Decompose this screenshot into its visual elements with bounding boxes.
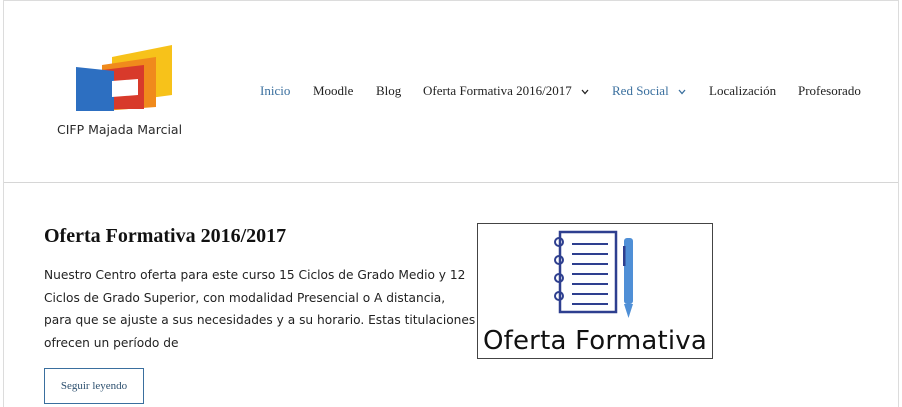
- nav-item-red-social-label: Red Social: [612, 83, 669, 98]
- post-summary: Oferta Formativa 2016/2017 Nuestro Centr…: [4, 183, 898, 407]
- thumbnail-caption: Oferta Formativa: [482, 326, 708, 356]
- nav-item-oferta-formativa[interactable]: Oferta Formativa 2016/2017: [423, 83, 589, 99]
- nav-item-blog[interactable]: Blog: [376, 83, 401, 99]
- nav-item-profesorado[interactable]: Profesorado: [798, 83, 861, 99]
- site-logo[interactable]: CIFP Majada Marcial: [52, 43, 202, 143]
- nav-item-localizacion[interactable]: Localización: [709, 83, 776, 99]
- site-name: CIFP Majada Marcial: [57, 122, 183, 137]
- logo-icon: [76, 45, 172, 111]
- post-thumbnail[interactable]: Oferta Formativa: [477, 223, 713, 359]
- nav-item-red-social[interactable]: Red Social: [612, 83, 686, 99]
- excerpt-line: Nuestro Centro oferta para este curso 15…: [44, 268, 466, 282]
- excerpt-line: ofrecen un período de: [44, 335, 179, 350]
- post-title[interactable]: Oferta Formativa 2016/2017: [44, 225, 286, 248]
- site-header: CIFP Majada Marcial Inicio Moodle Blog O…: [4, 1, 898, 183]
- nav-item-inicio[interactable]: Inicio: [260, 83, 290, 99]
- chevron-down-icon: [581, 89, 589, 95]
- post-excerpt: Nuestro Centro oferta para este curso 15…: [44, 264, 476, 354]
- chevron-down-icon: [678, 89, 686, 95]
- notebook-pen-icon: [554, 230, 633, 318]
- nav-item-moodle[interactable]: Moodle: [313, 83, 353, 99]
- nav-item-oferta-formativa-label: Oferta Formativa 2016/2017: [423, 83, 572, 98]
- read-more-button[interactable]: Seguir leyendo: [44, 368, 144, 404]
- excerpt-line: para que se ajuste a sus necesidades y a…: [44, 313, 476, 327]
- excerpt-line: Ciclos de Grado Superior, con modalidad …: [44, 290, 446, 305]
